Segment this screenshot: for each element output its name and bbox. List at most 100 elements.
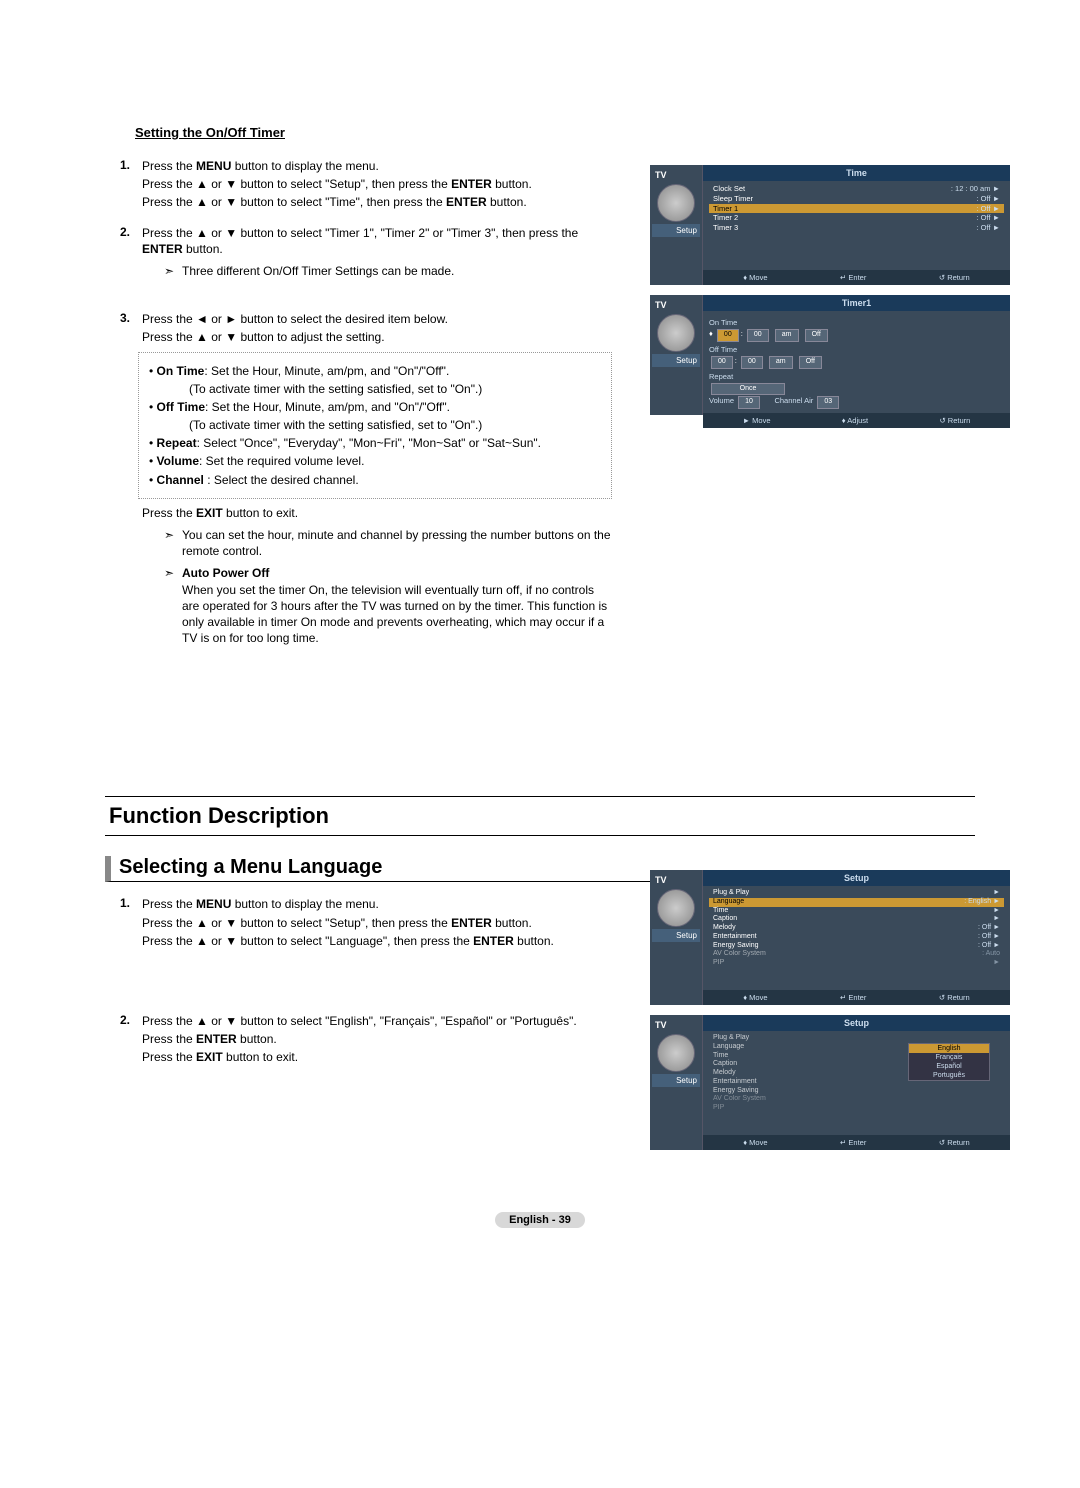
channel-src: Air (804, 396, 813, 405)
osd-time-menu: TV Setup Time Clock Set: 12 : 00 am ► Sl… (650, 165, 1010, 285)
text: button. (514, 934, 554, 948)
text: Press the ▲ or ▼ button to adjust the se… (142, 329, 612, 345)
step-num: 2. (120, 1013, 142, 1068)
text-bold: EXIT (196, 506, 223, 520)
text: : Select the desired channel. (204, 473, 359, 487)
dropdown-option: Português (909, 1071, 989, 1080)
osd-footer: ♦ Move ↵ Enter ↺ Return (703, 990, 1010, 1005)
row-value: : Off (976, 194, 990, 203)
foot-return: ↺ Return (939, 273, 970, 282)
row-value: : Off (976, 223, 990, 232)
osd-setup-menu: TV Setup Setup Plug & Play► Language: En… (650, 870, 1010, 1005)
hour-field: 00 (711, 356, 733, 369)
note-text: You can set the hour, minute and channel… (182, 527, 612, 559)
globe-icon (657, 1034, 695, 1072)
on-time-label: On Time (709, 317, 1004, 328)
text-bold: Channel (157, 473, 204, 487)
row-label: Time (713, 1052, 728, 1061)
osd-timer1-menu: TV Setup Timer1 On Time ♦ 00: 00 am Off … (650, 295, 1010, 415)
text-bold: ENTER (196, 1032, 237, 1046)
step-num: 1. (120, 158, 142, 213)
row-label: Energy Saving (713, 942, 759, 951)
osd-tv-label: TV (652, 873, 700, 887)
off-time-label: Off Time (709, 344, 1004, 355)
text: button to display the menu. (231, 159, 378, 173)
row-label: Melody (713, 924, 736, 933)
osd-title: Time (703, 165, 1010, 181)
row-value: : Auto (982, 950, 1000, 959)
row-label: Timer 2 (713, 213, 738, 223)
row-value: : Off (976, 204, 990, 213)
row-label: PIP (713, 959, 724, 968)
osd-footer: ♦ Move ↵ Enter ↺ Return (703, 270, 1010, 285)
text: button. (492, 177, 532, 191)
note: ➣ You can set the hour, minute and chann… (164, 527, 612, 559)
note-icon: ➣ (164, 565, 182, 646)
repeat-value: Once (711, 383, 785, 396)
osd-setup-language-dropdown: TV Setup Setup Plug & Play Language Time… (650, 1015, 1010, 1150)
row-value: : English (964, 898, 991, 905)
osd-rows: Plug & Play► Language: English ► Time► C… (703, 886, 1010, 990)
text: Press the (142, 506, 196, 520)
row-label: Plug & Play (713, 1034, 749, 1043)
foot-enter: ↵ Enter (840, 273, 866, 282)
row-label: Clock Set (713, 184, 745, 194)
ampm-field: am (769, 356, 793, 369)
text: : Select "Once", "Everyday", "Mon~Fri", … (197, 436, 541, 450)
text: : Set the Hour, Minute, am/pm, and "On"/… (205, 400, 450, 414)
globe-icon (657, 184, 695, 222)
repeat-label: Repeat (709, 371, 1004, 382)
channel-value: 03 (817, 396, 839, 409)
text: Press the ▲ or ▼ button to select "Setup… (142, 916, 451, 930)
text: button. (492, 916, 532, 930)
state-field: Off (805, 329, 828, 342)
step-body: Press the ▲ or ▼ button to select "Timer… (142, 225, 612, 280)
text: (To activate timer with the setting sati… (189, 381, 601, 397)
text: button. (183, 242, 223, 256)
osd-footer: ♦ Move ↵ Enter ↺ Return (703, 1135, 1010, 1150)
text-bold: ENTER (451, 916, 492, 930)
heading-function-description: Function Description (105, 796, 975, 836)
text-bold: Repeat (157, 436, 197, 450)
foot-enter: ↵ Enter (840, 1138, 866, 1147)
section-title: Setting the On/Off Timer (135, 125, 975, 140)
text-bold: Off Time (157, 400, 205, 414)
language-dropdown: English Français Español Português (908, 1043, 990, 1081)
text: button to exit. (223, 1050, 298, 1064)
row-label: Melody (713, 1069, 736, 1078)
step-num: 1. (120, 896, 142, 951)
row-label: AV Color System (713, 950, 766, 959)
row-label: Entertainment (713, 933, 757, 942)
row-label: Plug & Play (713, 889, 749, 898)
note-icon: ➣ (164, 527, 182, 559)
note-text: Three different On/Off Timer Settings ca… (182, 263, 454, 279)
globe-icon (657, 314, 695, 352)
ampm-field: am (775, 329, 799, 342)
foot-return: ↺ Return (939, 416, 970, 425)
step-body: Press the ▲ or ▼ button to select "Engli… (142, 1013, 642, 1068)
osd-title: Setup (703, 870, 1010, 886)
text: (To activate timer with the setting sati… (189, 417, 601, 433)
text: button. (237, 1032, 277, 1046)
text-bold: MENU (196, 159, 231, 173)
text: button to exit. (223, 506, 298, 520)
step-body: Press the MENU button to display the men… (142, 896, 642, 951)
text-bold: EXIT (196, 1050, 223, 1064)
osd-title: Setup (703, 1015, 1010, 1031)
row-value: : Off (978, 942, 991, 949)
foot-enter: ↵ Enter (840, 993, 866, 1002)
minute-field: 00 (741, 356, 763, 369)
text: Press the ▲ or ▼ button to select "Langu… (142, 934, 473, 948)
osd-setup-label: Setup (652, 929, 700, 942)
osd-footer: ► Move ♦ Adjust ↺ Return (703, 413, 1010, 428)
foot-adjust: ♦ Adjust (842, 416, 868, 425)
text: Press the ▲ or ▼ button to select "Time"… (142, 195, 446, 209)
row-label: PIP (713, 1104, 724, 1113)
osd-title: Timer1 (703, 295, 1010, 311)
step-body: Press the ◄ or ► button to select the de… (142, 311, 612, 646)
text-bold: ENTER (473, 934, 514, 948)
text: Press the ▲ or ▼ button to select "Setup… (142, 177, 451, 191)
osd-tv-label: TV (652, 1018, 700, 1032)
text-bold: ENTER (451, 177, 492, 191)
row-label: Caption (713, 915, 737, 924)
